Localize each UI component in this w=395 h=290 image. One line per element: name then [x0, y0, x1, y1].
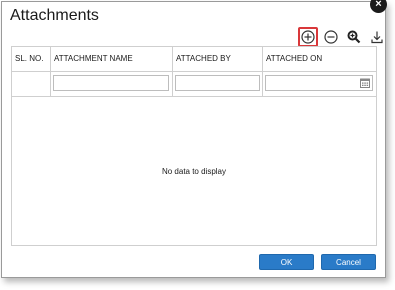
filter-cell-attached-by	[173, 72, 263, 96]
column-header-sl-no[interactable]: SL. NO.	[12, 47, 51, 71]
remove-button[interactable]	[321, 27, 341, 47]
attached-on-filter-input[interactable]	[265, 75, 373, 91]
download-button[interactable]	[367, 27, 387, 47]
cancel-button[interactable]: Cancel	[321, 254, 376, 270]
column-header-attachment-name[interactable]: ATTACHMENT NAME	[51, 47, 173, 71]
toolbar	[298, 26, 390, 48]
remove-icon	[324, 30, 338, 44]
grid-header: SL. NO. ATTACHMENT NAME ATTACHED BY ATTA…	[12, 47, 376, 72]
empty-message: No data to display	[161, 167, 227, 176]
calendar-icon[interactable]	[360, 78, 370, 88]
attachments-dialog: Attachments × SL. NO. ATTACHMENT NAME AT…	[1, 0, 387, 278]
filter-row	[12, 72, 376, 97]
download-icon	[371, 31, 383, 44]
ok-button[interactable]: OK	[259, 254, 314, 270]
attachment-name-filter-input[interactable]	[53, 75, 169, 91]
add-button[interactable]	[298, 27, 318, 47]
attachments-grid: SL. NO. ATTACHMENT NAME ATTACHED BY ATTA…	[11, 46, 377, 246]
close-icon: ×	[375, 0, 382, 10]
filter-cell-attached-on	[263, 72, 376, 96]
zoom-icon	[347, 30, 361, 44]
column-header-attached-on[interactable]: ATTACHED ON	[263, 47, 376, 71]
dialog-title: Attachments	[10, 7, 99, 24]
add-icon	[301, 30, 315, 44]
filter-cell-attachment-name	[51, 72, 173, 96]
attached-by-filter-input[interactable]	[175, 75, 260, 91]
close-button[interactable]: ×	[370, 0, 387, 13]
filter-cell-sl-no	[12, 72, 51, 96]
zoom-button[interactable]	[344, 27, 364, 47]
column-header-attached-by[interactable]: ATTACHED BY	[173, 47, 263, 71]
